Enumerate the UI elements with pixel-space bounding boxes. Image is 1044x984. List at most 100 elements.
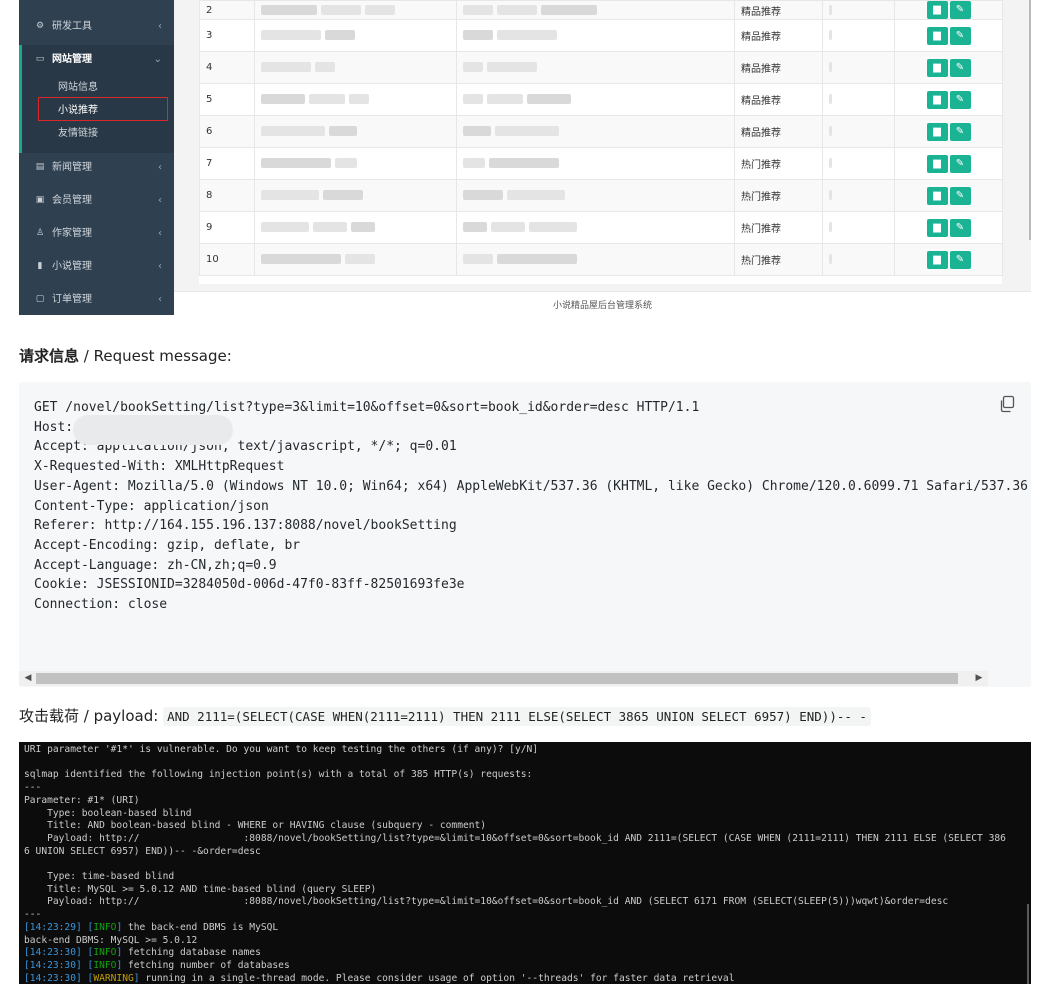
cell-book-name [254, 19, 457, 52]
sidebar-item-members[interactable]: ▣ 会员管理 ‹ [19, 186, 174, 216]
redacted-text [463, 254, 493, 264]
vertical-scrollbar[interactable] [1029, 0, 1031, 240]
file-icon[interactable]: ▆ [926, 58, 948, 77]
redacted-text [529, 222, 577, 232]
cell-book-name [254, 115, 457, 148]
sidebar-item-orders[interactable]: ▢ 订单管理 ‹ [19, 285, 174, 315]
edit-icon[interactable]: ✎ [949, 250, 971, 269]
scroll-right-arrow-icon[interactable]: ▶ [973, 672, 985, 685]
edit-icon[interactable]: ✎ [949, 58, 971, 77]
redacted-text [349, 94, 369, 104]
cell-book-name [254, 0, 457, 20]
sidebar-item-label: 订单管理 [52, 294, 92, 305]
redacted-text [463, 222, 487, 232]
cell-extra [822, 147, 895, 180]
redacted-text [489, 158, 559, 168]
redacted-text [487, 94, 523, 104]
file-icon[interactable]: ▆ [926, 154, 948, 173]
edit-icon[interactable]: ✎ [949, 122, 971, 141]
redacted-text [261, 190, 319, 200]
copy-icon[interactable] [998, 395, 1016, 413]
redacted-text [487, 62, 537, 72]
edit-icon[interactable]: ✎ [949, 154, 971, 173]
cell-author [456, 0, 735, 20]
row-id: 6 [206, 126, 213, 137]
sidebar-item-news[interactable]: ▤ 新闻管理 ‹ [19, 153, 174, 183]
bracket: ] [ [76, 959, 94, 971]
log-message: fetching number of databases [122, 959, 290, 971]
redacted-text [351, 222, 375, 232]
redacted-text [329, 126, 357, 136]
cell-type: 热门推荐 [734, 147, 823, 180]
chevron-down-icon: ⌄ [153, 54, 162, 65]
terminal-line: [14:23:29] [INFO] the back-end DBMS is M… [24, 922, 1006, 935]
recommend-type: 精品推荐 [741, 128, 781, 139]
cell-type: 精品推荐 [734, 51, 823, 84]
cell-id: 10 [199, 243, 255, 276]
redacted-text [325, 30, 355, 40]
file-icon[interactable]: ▆ [926, 1, 948, 19]
terminal-scrollbar[interactable] [1027, 904, 1029, 984]
cell-id: 6 [199, 115, 255, 148]
edit-icon[interactable]: ✎ [949, 1, 971, 19]
file-icon[interactable]: ▆ [926, 122, 948, 141]
redacted-text [321, 4, 361, 15]
recommend-type: 精品推荐 [741, 6, 781, 18]
sidebar-item-label: 作家管理 [52, 228, 92, 239]
sidebar-item-dev-tools[interactable]: ⚙ 研发工具 ‹ [19, 12, 174, 42]
edit-icon[interactable]: ✎ [949, 26, 971, 45]
edit-icon[interactable]: ✎ [949, 186, 971, 205]
recommend-type: 热门推荐 [741, 160, 781, 171]
cell-author [456, 147, 735, 180]
redacted-text [463, 158, 485, 168]
redacted-text [463, 126, 491, 136]
user-icon: ♙ [35, 228, 45, 238]
sidebar-item-authors[interactable]: ♙ 作家管理 ‹ [19, 219, 174, 249]
cell-extra [822, 0, 895, 20]
sidebar-item-label: 会员管理 [52, 195, 92, 206]
cell-id: 5 [199, 83, 255, 116]
scrollbar-thumb[interactable] [36, 673, 958, 684]
cell-actions: ▆ ✎ [894, 115, 1003, 148]
scroll-left-arrow-icon[interactable]: ◀ [22, 672, 34, 685]
file-icon[interactable]: ▆ [926, 250, 948, 269]
log-time: 14:23:30 [29, 959, 76, 971]
cell-actions: ▆ ✎ [894, 243, 1003, 276]
edit-icon[interactable]: ✎ [949, 218, 971, 237]
cell-type: 精品推荐 [734, 0, 823, 20]
horizontal-scrollbar[interactable]: ◀ ▶ [19, 671, 988, 686]
request-heading-cn: 请求信息 [19, 347, 80, 365]
redacted-text [829, 62, 832, 72]
file-icon[interactable]: ▆ [926, 186, 948, 205]
sidebar: ⚙ 研发工具 ‹ ▭ 网站管理 ⌄ 网站信息 小说推荐 友情链接 ▤ 新闻管理 … [19, 0, 174, 315]
cell-book-name [254, 147, 457, 180]
sidebar-item-label: 新闻管理 [52, 162, 92, 173]
sidebar-subitem-friend-links[interactable]: 友情链接 [58, 127, 98, 141]
cell-extra [822, 179, 895, 212]
terminal-line: --- [24, 782, 42, 794]
code-line: Accept-Language: zh-CN,zh;q=0.9 [34, 557, 277, 573]
log-time: 14:23:30 [29, 947, 76, 959]
sidebar-item-site-management[interactable]: ▭ 网站管理 ⌄ [19, 45, 174, 75]
news-icon: ▤ [35, 162, 45, 172]
code-line: Accept-Encoding: gzip, deflate, br [34, 537, 301, 553]
sidebar-subitem-site-info[interactable]: 网站信息 [58, 81, 98, 95]
file-icon[interactable]: ▆ [926, 90, 948, 109]
recommend-type: 精品推荐 [741, 64, 781, 75]
log-time: 14:23:29 [29, 921, 76, 933]
bracket: ] [ [76, 921, 94, 933]
file-icon[interactable]: ▆ [926, 218, 948, 237]
terminal-line: [14:23:30] [INFO] fetching number of dat… [24, 960, 1006, 973]
code-line: User-Agent: Mozilla/5.0 (Windows NT 10.0… [34, 478, 1028, 494]
sidebar-item-novels[interactable]: ▮ 小说管理 ‹ [19, 252, 174, 282]
table-row: 8 热门推荐 ▆ ✎ [199, 179, 1003, 212]
cell-extra [822, 211, 895, 244]
file-icon[interactable]: ▆ [926, 26, 948, 45]
redacted-text [497, 4, 537, 15]
terminal-line: Type: time-based blind [24, 871, 175, 883]
cell-author [456, 19, 735, 52]
log-message: the back-end DBMS is MySQL [122, 921, 279, 933]
edit-icon[interactable]: ✎ [949, 90, 971, 109]
redacted-text [261, 254, 341, 264]
row-id: 2 [206, 4, 213, 16]
